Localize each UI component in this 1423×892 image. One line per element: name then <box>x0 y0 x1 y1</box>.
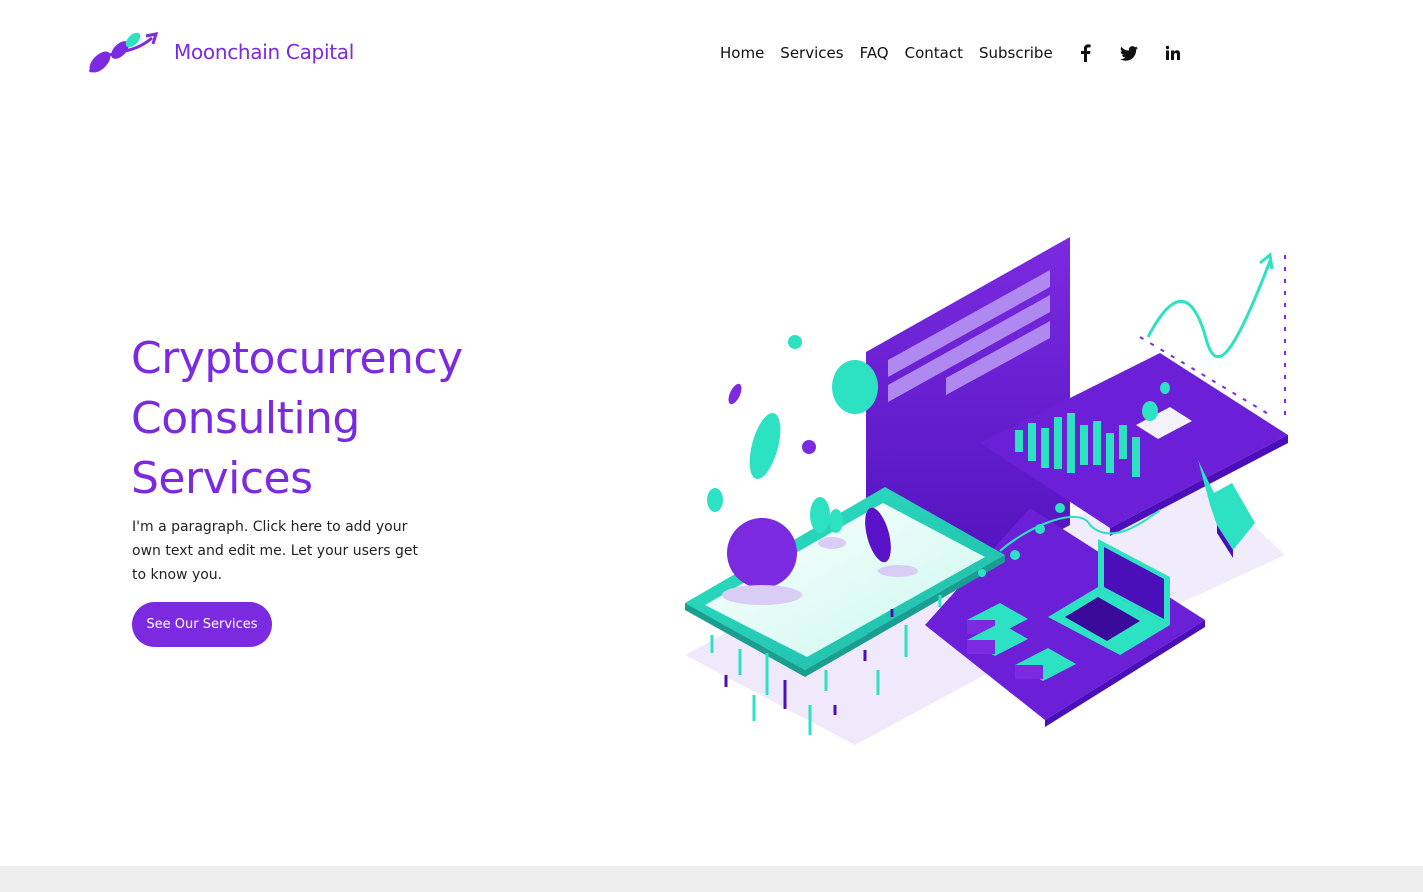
footer-strip <box>0 866 1423 892</box>
nav-services[interactable]: Services <box>772 43 851 63</box>
nav-subscribe[interactable]: Subscribe <box>971 43 1061 63</box>
main-nav: Home Services FAQ Contact Subscribe <box>712 43 1061 63</box>
hero-paragraph: I'm a paragraph. Click here to add your … <box>132 519 418 583</box>
facebook-link[interactable] <box>1074 42 1096 64</box>
twitter-link[interactable] <box>1118 42 1140 64</box>
linkedin-icon <box>1165 45 1180 60</box>
see-our-services-button[interactable]: See Our Services <box>132 602 272 647</box>
facebook-icon <box>1081 44 1091 62</box>
brand-name: Moonchain Capital <box>174 40 354 64</box>
nav-home[interactable]: Home <box>712 43 772 63</box>
hero-title-line: Cryptocurrency <box>131 333 463 384</box>
logo-link[interactable]: Moonchain Capital <box>86 30 354 74</box>
site-header: Moonchain Capital Home Services FAQ Cont… <box>0 0 1423 100</box>
social-bar <box>1074 42 1184 64</box>
crypto-isometric-illustration <box>685 237 1288 745</box>
hero-title-line: Consulting <box>131 393 360 444</box>
nav-contact[interactable]: Contact <box>897 43 971 63</box>
hero-title: Cryptocurrency Consulting Services <box>131 329 551 509</box>
hero-title-line: Services <box>131 453 313 504</box>
moonchain-logo-icon <box>88 32 159 73</box>
linkedin-link[interactable] <box>1162 42 1184 64</box>
nav-faq[interactable]: FAQ <box>852 43 897 63</box>
twitter-icon <box>1120 45 1138 61</box>
